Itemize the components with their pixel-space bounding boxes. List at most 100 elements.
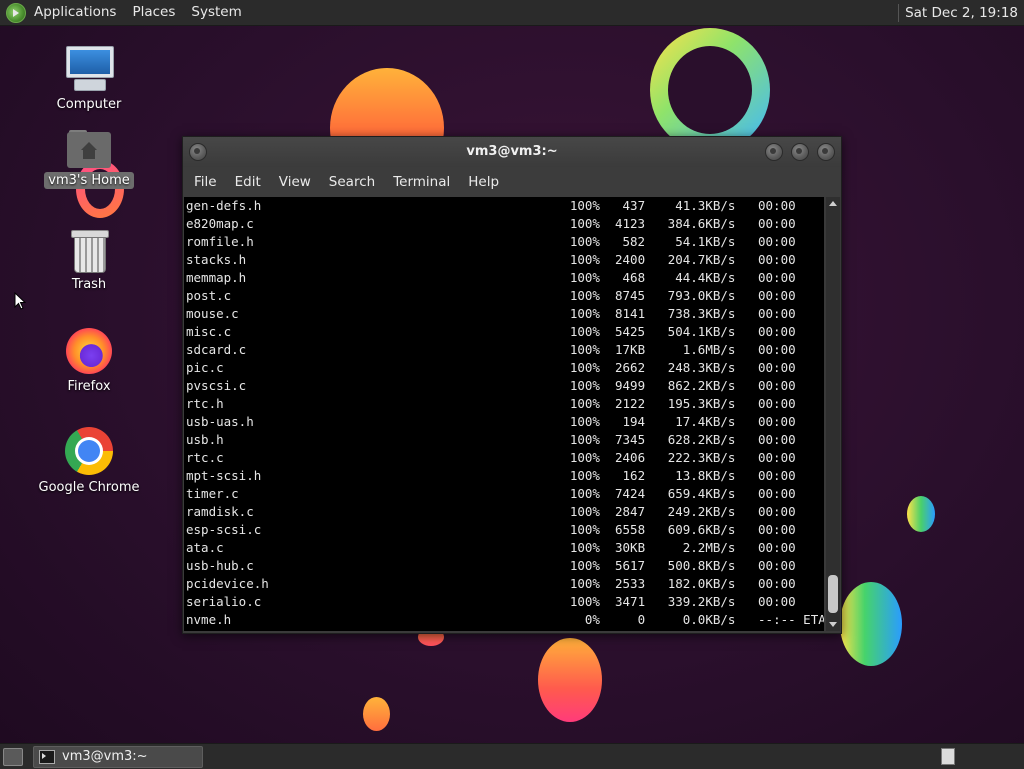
transfer-rate: 195.3KB/s xyxy=(667,396,736,411)
transfer-size: 2847 xyxy=(614,504,646,519)
panel-separator xyxy=(898,3,900,22)
transfer-time: 00:00 xyxy=(758,360,796,375)
desktop-icon-label: Trash xyxy=(71,277,107,292)
desktop-icon-label: Google Chrome xyxy=(38,480,140,495)
terminal-line: ata.c 100% 30KB 2.2MB/s 00:00 xyxy=(184,539,824,557)
wallpaper-shape xyxy=(363,697,390,731)
terminal-line: timer.c 100% 7424 659.4KB/s 00:00 xyxy=(184,485,824,503)
desktop-icon-firefox[interactable]: Firefox xyxy=(29,328,149,395)
transfer-rate: 13.8KB/s xyxy=(675,468,736,483)
transfer-percent: 100% xyxy=(569,558,600,573)
transfer-time: 00:00 xyxy=(758,576,796,591)
terminal-icon xyxy=(39,750,55,764)
home-folder-icon xyxy=(67,130,111,168)
transfer-time: 00:00 xyxy=(758,270,796,285)
desktop-icon-chrome[interactable]: Google Chrome xyxy=(29,427,149,496)
menu-search[interactable]: Search xyxy=(320,167,384,197)
transfer-time: 00:00 xyxy=(757,216,796,231)
transfer-percent: 100% xyxy=(569,288,600,303)
transfer-percent: 100% xyxy=(569,504,600,519)
transfer-size: 0 xyxy=(637,612,646,627)
clock[interactable]: Sat Dec 2, 19:18 xyxy=(905,5,1024,21)
transfer-filename: mouse.c xyxy=(186,306,239,321)
transfer-time: 00:00 xyxy=(757,234,796,249)
trash-icon xyxy=(71,230,109,273)
desktop-icon-computer[interactable]: Computer xyxy=(29,46,149,113)
top-panel: Applications Places System Sat Dec 2, 19… xyxy=(0,0,1024,26)
scrollbar-thumb[interactable] xyxy=(828,575,838,613)
transfer-filename: gen-defs.h xyxy=(186,198,262,213)
transfer-percent: 100% xyxy=(569,342,600,357)
menu-terminal[interactable]: Terminal xyxy=(384,167,459,197)
transfer-rate: 2.2MB/s xyxy=(682,540,736,555)
transfer-time: 00:00 xyxy=(757,558,796,573)
scroll-down-arrow-icon[interactable] xyxy=(829,622,837,627)
transfer-size: 2400 xyxy=(615,252,646,267)
transfer-size: 17KB xyxy=(615,342,646,357)
menu-applications[interactable]: Applications xyxy=(30,0,124,25)
transfer-filename: mpt-scsi.h xyxy=(186,468,262,483)
transfer-time: 00:00 xyxy=(758,342,796,357)
transfer-percent: 100% xyxy=(569,306,600,321)
bottom-panel: vm3@vm3:~ xyxy=(0,743,1024,769)
scroll-up-arrow-icon[interactable] xyxy=(829,201,837,206)
transfer-rate: 793.0KB/s xyxy=(667,288,736,303)
transfer-percent: 100% xyxy=(569,360,600,375)
transfer-time: 00:00 xyxy=(758,522,796,537)
transfer-filename: timer.c xyxy=(186,486,239,501)
close-button[interactable] xyxy=(817,143,835,161)
transfer-filename: pcidevice.h xyxy=(186,576,269,591)
desktop-icon-home[interactable]: vm3's Home xyxy=(29,130,149,189)
transfer-filename: ata.c xyxy=(186,540,224,555)
transfer-rate: 1.6MB/s xyxy=(682,342,736,357)
transfer-size: 7424 xyxy=(615,486,646,501)
transfer-rate: 41.3KB/s xyxy=(675,198,736,213)
wallpaper-shape xyxy=(840,582,902,666)
taskbar-window-button[interactable]: vm3@vm3:~ xyxy=(33,746,203,768)
terminal-line: ramdisk.c 100% 2847 249.2KB/s 00:00 xyxy=(184,503,824,521)
transfer-size: 4123 xyxy=(614,216,646,231)
transfer-percent: 100% xyxy=(569,324,600,339)
transfer-rate: 862.2KB/s xyxy=(667,378,736,393)
transfer-rate: 54.1KB/s xyxy=(675,234,736,249)
transfer-filename: serialio.c xyxy=(186,594,262,609)
terminal-output[interactable]: gen-defs.h 100% 437 41.3KB/s 00:00 e820ma… xyxy=(184,197,824,631)
menu-file[interactable]: File xyxy=(185,167,226,197)
transfer-size: 8745 xyxy=(614,288,646,303)
transfer-size: 468 xyxy=(622,270,646,285)
transfer-size: 7345 xyxy=(615,432,646,447)
terminal-line: usb-hub.c 100% 5617 500.8KB/s 00:00 xyxy=(184,557,824,575)
menu-view[interactable]: View xyxy=(270,167,320,197)
terminal-line: serialio.c 100% 3471 339.2KB/s 00:00 xyxy=(184,593,824,611)
maximize-button[interactable] xyxy=(791,143,809,161)
transfer-size: 2533 xyxy=(615,576,646,591)
terminal-line: memmap.h 100% 468 44.4KB/s 00:00 xyxy=(184,269,824,287)
terminal-line: rtc.h 100% 2122 195.3KB/s 00:00 xyxy=(184,395,824,413)
transfer-filename: usb-hub.c xyxy=(186,558,254,573)
wallpaper-shape xyxy=(650,28,770,152)
window-titlebar[interactable]: vm3@vm3:~ xyxy=(183,137,841,167)
firefox-icon xyxy=(66,328,112,374)
transfer-time: 00:00 xyxy=(758,432,796,447)
transfer-size: 162 xyxy=(622,468,646,483)
terminal-line: nvme.h 0% 0 0.0KB/s --:-- ETA xyxy=(184,611,824,629)
transfer-rate: 738.3KB/s xyxy=(667,306,736,321)
transfer-time: 00:00 xyxy=(758,306,796,321)
desktop-icon-trash[interactable]: Trash xyxy=(29,230,149,293)
applications-menu-icon[interactable] xyxy=(6,2,26,23)
show-desktop-icon[interactable] xyxy=(3,748,23,766)
transfer-rate: 609.6KB/s xyxy=(667,522,736,537)
transfer-filename: esp-scsi.c xyxy=(186,522,262,537)
workspace-switcher[interactable] xyxy=(941,748,955,765)
terminal-line: gen-defs.h 100% 437 41.3KB/s 00:00 xyxy=(184,197,824,215)
minimize-button[interactable] xyxy=(765,143,783,161)
transfer-rate: 248.3KB/s xyxy=(667,360,736,375)
terminal-scrollbar[interactable] xyxy=(826,197,840,631)
menu-system[interactable]: System xyxy=(183,0,249,25)
transfer-filename: memmap.h xyxy=(186,270,247,285)
menu-help[interactable]: Help xyxy=(459,167,508,197)
menu-places[interactable]: Places xyxy=(124,0,183,25)
menu-edit[interactable]: Edit xyxy=(226,167,270,197)
terminal-line: pcidevice.h 100% 2533 182.0KB/s 00:00 xyxy=(184,575,824,593)
terminal-window[interactable]: vm3@vm3:~ File Edit View Search Terminal… xyxy=(182,136,842,634)
